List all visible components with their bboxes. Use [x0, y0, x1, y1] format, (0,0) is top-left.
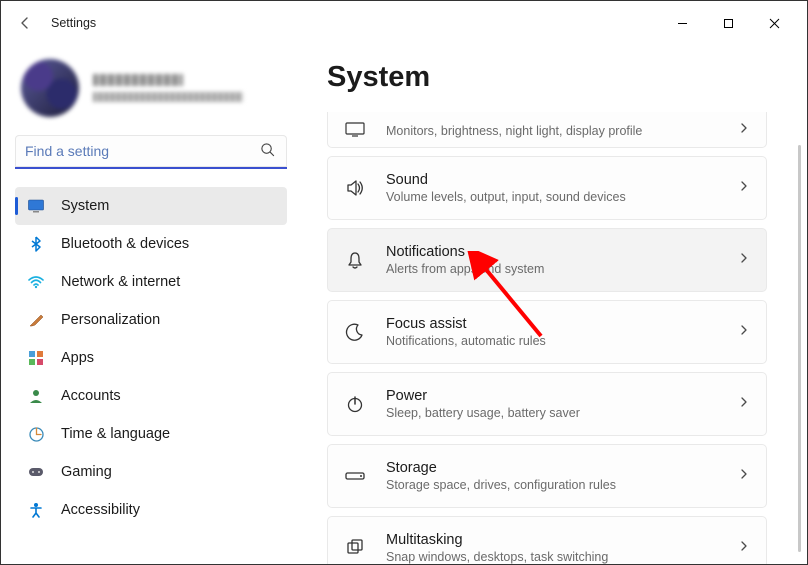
gamepad-icon: [27, 463, 45, 481]
chevron-right-icon: [738, 395, 750, 413]
sidebar-item-label: Time & language: [61, 426, 170, 442]
person-icon: [27, 387, 45, 405]
card-text: Storage Storage space, drives, configura…: [386, 460, 616, 492]
storage-icon: [344, 465, 366, 487]
sidebar-item-label: Gaming: [61, 464, 112, 480]
card-text: Focus assist Notifications, automatic ru…: [386, 316, 546, 348]
profile-block[interactable]: [15, 55, 287, 131]
sidebar-item-label: Accessibility: [61, 502, 140, 518]
sidebar: System Bluetooth & devices Network & int…: [1, 45, 301, 564]
card-focus-assist[interactable]: Focus assist Notifications, automatic ru…: [327, 300, 767, 364]
window-title: Settings: [51, 16, 96, 30]
chevron-right-icon: [738, 179, 750, 197]
card-text: Power Sleep, battery usage, battery save…: [386, 388, 580, 420]
card-title: Multitasking: [386, 532, 608, 548]
sidebar-item-accessibility[interactable]: Accessibility: [15, 491, 287, 529]
card-title: Focus assist: [386, 316, 546, 332]
chevron-right-icon: [738, 251, 750, 269]
nav-list: System Bluetooth & devices Network & int…: [15, 187, 287, 529]
sidebar-item-accounts[interactable]: Accounts: [15, 377, 287, 415]
accessibility-icon: [27, 501, 45, 519]
card-subtitle: Volume levels, output, input, sound devi…: [386, 190, 626, 204]
power-icon: [344, 393, 366, 415]
bell-icon: [344, 249, 366, 271]
card-notifications[interactable]: Notifications Alerts from apps and syste…: [327, 228, 767, 292]
card-subtitle: Notifications, automatic rules: [386, 334, 546, 348]
multitask-icon: [344, 537, 366, 559]
card-text: Monitors, brightness, night light, displ…: [386, 122, 642, 138]
card-subtitle: Storage space, drives, configuration rul…: [386, 478, 616, 492]
card-title: Power: [386, 388, 580, 404]
window-controls: [659, 8, 797, 38]
sidebar-item-label: Network & internet: [61, 274, 180, 290]
search-wrap: [15, 135, 287, 169]
sidebar-item-personalization[interactable]: Personalization: [15, 301, 287, 339]
sidebar-item-label: Personalization: [61, 312, 160, 328]
sound-icon: [344, 177, 366, 199]
maximize-button[interactable]: [705, 8, 751, 38]
card-subtitle: Monitors, brightness, night light, displ…: [386, 124, 642, 138]
card-sound[interactable]: Sound Volume levels, output, input, soun…: [327, 156, 767, 220]
sidebar-item-label: Bluetooth & devices: [61, 236, 189, 252]
card-text: Sound Volume levels, output, input, soun…: [386, 172, 626, 204]
profile-name-obscured: [93, 74, 183, 86]
chevron-right-icon: [738, 323, 750, 341]
page-title: System: [327, 61, 789, 94]
sidebar-item-gaming[interactable]: Gaming: [15, 453, 287, 491]
chevron-right-icon: [738, 467, 750, 485]
card-title: Notifications: [386, 244, 544, 260]
search-icon: [260, 142, 275, 162]
sidebar-item-system[interactable]: System: [15, 187, 287, 225]
card-display[interactable]: Monitors, brightness, night light, displ…: [327, 112, 767, 148]
globe-clock-icon: [27, 425, 45, 443]
sidebar-item-time-language[interactable]: Time & language: [15, 415, 287, 453]
sidebar-item-label: Accounts: [61, 388, 121, 404]
main-pane: System Monitors, brightness, night light…: [301, 45, 807, 564]
sidebar-item-label: Apps: [61, 350, 94, 366]
card-subtitle: Alerts from apps and system: [386, 262, 544, 276]
bluetooth-icon: [27, 235, 45, 253]
card-storage[interactable]: Storage Storage space, drives, configura…: [327, 444, 767, 508]
vertical-scrollbar[interactable]: [798, 145, 801, 552]
card-text: Multitasking Snap windows, desktops, tas…: [386, 532, 608, 564]
card-title: Storage: [386, 460, 616, 476]
search-input[interactable]: [15, 135, 287, 169]
card-text: Notifications Alerts from apps and syste…: [386, 244, 544, 276]
apps-icon: [27, 349, 45, 367]
close-button[interactable]: [751, 8, 797, 38]
sidebar-item-label: System: [61, 198, 109, 214]
wifi-icon: [27, 273, 45, 291]
display-icon: [344, 119, 366, 141]
card-multitasking[interactable]: Multitasking Snap windows, desktops, tas…: [327, 516, 767, 564]
chevron-right-icon: [738, 121, 750, 139]
chevron-right-icon: [738, 539, 750, 557]
titlebar: Settings: [1, 1, 807, 45]
profile-text: [93, 74, 243, 102]
minimize-button[interactable]: [659, 8, 705, 38]
moon-icon: [344, 321, 366, 343]
brush-icon: [27, 311, 45, 329]
avatar: [21, 59, 79, 117]
sidebar-item-bluetooth[interactable]: Bluetooth & devices: [15, 225, 287, 263]
profile-email-obscured: [93, 92, 243, 102]
card-power[interactable]: Power Sleep, battery usage, battery save…: [327, 372, 767, 436]
card-title: Sound: [386, 172, 626, 188]
monitor-icon: [27, 197, 45, 215]
card-subtitle: Sleep, battery usage, battery saver: [386, 406, 580, 420]
sidebar-item-network[interactable]: Network & internet: [15, 263, 287, 301]
settings-card-list: Monitors, brightness, night light, displ…: [327, 112, 789, 564]
back-button[interactable]: [11, 9, 39, 37]
card-subtitle: Snap windows, desktops, task switching: [386, 550, 608, 564]
sidebar-item-apps[interactable]: Apps: [15, 339, 287, 377]
